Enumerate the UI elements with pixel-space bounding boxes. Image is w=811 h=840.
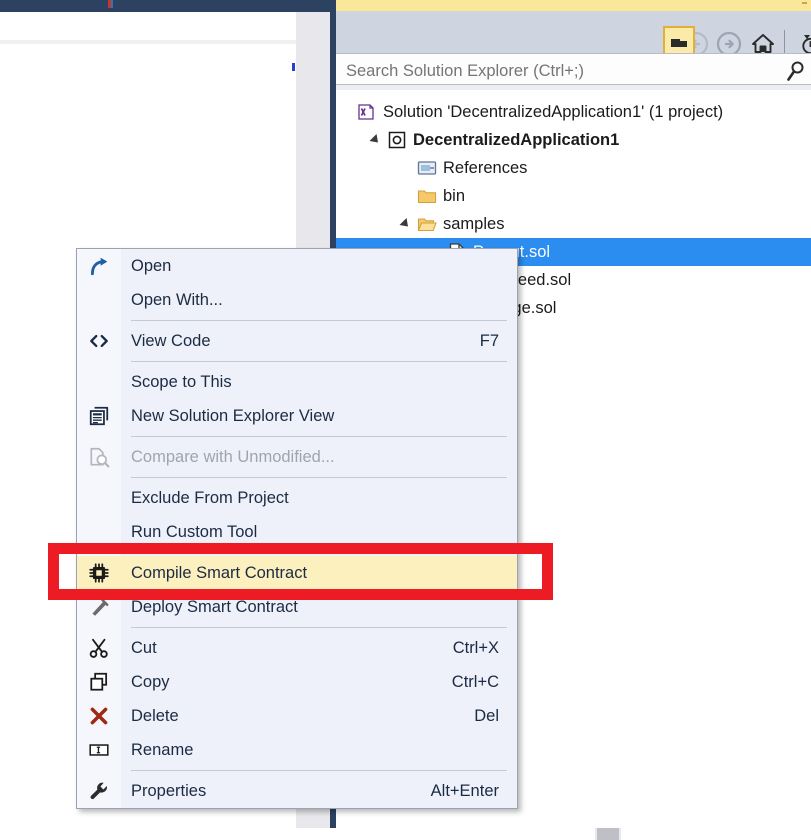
menu-item-label: Cut: [121, 639, 453, 658]
folder-open-icon: [417, 214, 437, 234]
caret-dot-marker-icon: [292, 63, 295, 71]
menu-item-label: View Code: [121, 332, 480, 351]
editor-find-bar[interactable]: [0, 12, 296, 41]
menu-separator: [131, 477, 507, 478]
solution-explorer-tab-strip[interactable]: [336, 0, 811, 11]
solution-icon: [357, 102, 377, 122]
menu-item-delete[interactable]: DeleteDel: [77, 699, 517, 733]
menu-item-label: Open With...: [121, 291, 499, 310]
menu-separator: [131, 770, 507, 771]
tree-item-label: DecentralizedApplication1: [413, 126, 619, 154]
menu-item-exclude-from-project[interactable]: Exclude From Project: [77, 481, 517, 515]
menu-item-open-with[interactable]: Open With...: [77, 283, 517, 317]
chip-icon: [77, 556, 121, 590]
menu-item-label: Rename: [121, 741, 499, 760]
solution-explorer-context-menu[interactable]: Open Open With... View CodeF7 Scope to This…: [76, 248, 518, 809]
menu-item-no-icon: [77, 283, 121, 317]
menu-item-copy[interactable]: CopyCtrl+C: [77, 665, 517, 699]
search-box[interactable]: [336, 53, 811, 85]
tab-strip-marker: [802, 2, 807, 4]
menu-separator: [131, 361, 507, 362]
expand-twisty-icon[interactable]: [399, 218, 411, 230]
menu-item-properties[interactable]: PropertiesAlt+Enter: [77, 774, 517, 808]
tree-item-label: samples: [443, 210, 504, 238]
menu-item-scope-to-this[interactable]: Scope to This: [77, 365, 517, 399]
editor-title-bar: [0, 0, 330, 12]
project-icon: [387, 130, 407, 150]
menu-item-label: Run Custom Tool: [121, 523, 499, 542]
menu-item-shortcut: Ctrl+C: [452, 673, 517, 692]
menu-item-label: Exclude From Project: [121, 489, 499, 508]
tree-item-label: Solution 'DecentralizedApplication1' (1 …: [383, 98, 723, 126]
menu-item-view-code[interactable]: View CodeF7: [77, 324, 517, 358]
samples-folder-node[interactable]: samples: [336, 210, 811, 238]
menu-item-open[interactable]: Open: [77, 249, 517, 283]
editor-tab-marker-blue: [111, 0, 113, 8]
menu-separator: [131, 552, 507, 553]
folder-closed-icon: [417, 186, 437, 206]
deploy-icon: [77, 590, 121, 624]
menu-item-compare-with-unmodified: Compare with Unmodified...: [77, 440, 517, 474]
menu-item-run-custom-tool[interactable]: Run Custom Tool: [77, 515, 517, 549]
menu-item-rename[interactable]: Rename: [77, 733, 517, 767]
menu-separator: [131, 320, 507, 321]
menu-item-shortcut: Del: [474, 707, 517, 726]
toolbar-separator-1: [784, 30, 785, 55]
rename-icon: [77, 733, 121, 767]
menu-item-new-solution-explorer-view[interactable]: New Solution Explorer View: [77, 399, 517, 433]
menu-item-no-icon: [77, 515, 121, 549]
delete-x-icon: [77, 699, 121, 733]
menu-item-deploy-smart-contract[interactable]: Deploy Smart Contract: [77, 590, 517, 624]
menu-item-label: Deploy Smart Contract: [121, 598, 499, 617]
menu-item-label: Compile Smart Contract: [121, 564, 499, 583]
menu-item-compile-smart-contract[interactable]: Compile Smart Contract: [77, 556, 517, 590]
expand-twisty-icon[interactable]: [369, 134, 381, 146]
menu-item-label: Open: [121, 257, 499, 276]
solution-node[interactable]: Solution 'DecentralizedApplication1' (1 …: [336, 98, 811, 126]
open-arrow-icon: [77, 249, 121, 283]
scissors-icon: [77, 631, 121, 665]
menu-separator: [131, 627, 507, 628]
code-brackets-icon: [77, 324, 121, 358]
solution-explorer-toolbar: [336, 11, 811, 53]
menu-separator: [131, 436, 507, 437]
project-node[interactable]: DecentralizedApplication1: [336, 126, 811, 154]
menu-item-label: Delete: [121, 707, 474, 726]
menu-item-shortcut: F7: [480, 332, 517, 351]
menu-item-cut[interactable]: CutCtrl+X: [77, 631, 517, 665]
menu-item-label: Compare with Unmodified...: [121, 448, 499, 467]
bin-folder-node[interactable]: bin: [336, 182, 811, 210]
references-icon: [417, 158, 437, 178]
references-node[interactable]: References: [336, 154, 811, 182]
search-icon[interactable]: [783, 59, 807, 83]
search-input[interactable]: [344, 59, 768, 83]
menu-item-label: Scope to This: [121, 373, 499, 392]
menu-item-label: Properties: [121, 782, 431, 801]
compare-icon: [77, 440, 121, 474]
copy-icon: [77, 665, 121, 699]
tree-item-label: References: [443, 154, 527, 182]
menu-item-label: Copy: [121, 673, 452, 692]
menu-item-no-icon: [77, 365, 121, 399]
menu-item-no-icon: [77, 481, 121, 515]
menu-item-shortcut: Ctrl+X: [453, 639, 517, 658]
menu-item-label: New Solution Explorer View: [121, 407, 499, 426]
new-window-icon: [77, 399, 121, 433]
menu-item-shortcut: Alt+Enter: [431, 782, 517, 801]
tree-item-label: bin: [443, 182, 465, 210]
wrench-icon: [77, 774, 121, 808]
